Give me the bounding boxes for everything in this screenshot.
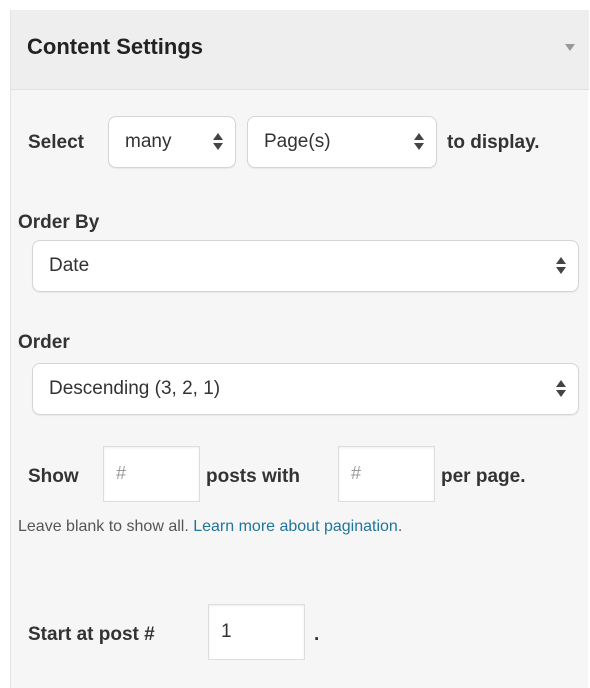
pagination-help-link[interactable]: Learn more about pagination [193, 518, 398, 535]
select-prefix-label: Select [28, 132, 84, 153]
quantity-select-value: many [125, 131, 172, 152]
select-arrows-icon [556, 380, 566, 400]
quantity-select[interactable]: many [108, 116, 236, 168]
select-arrows-icon [556, 257, 566, 277]
select-arrows-icon [213, 133, 223, 153]
start-post-input[interactable]: 1 [208, 604, 305, 660]
posts-count-placeholder: # [116, 463, 127, 483]
select-arrows-icon [414, 133, 424, 153]
start-post-value: 1 [221, 621, 232, 642]
order-by-select[interactable]: Date [32, 240, 579, 292]
per-page-placeholder: # [351, 463, 362, 483]
help-text-end: . [397, 518, 403, 535]
order-select-value: Descending (3, 2, 1) [49, 378, 221, 399]
per-page-label: per page. [441, 466, 526, 487]
select-suffix-label: to display. [447, 132, 540, 153]
show-label: Show [28, 466, 79, 487]
posts-count-input[interactable]: # [103, 446, 200, 502]
posts-with-label: posts with [206, 466, 300, 487]
help-text: Leave blank to show all. [18, 518, 194, 535]
panel-header[interactable]: Content Settings [11, 10, 589, 90]
content-settings-panel: Content Settings [10, 10, 589, 688]
order-by-label: Order By [18, 212, 100, 233]
order-select[interactable]: Descending (3, 2, 1) [32, 363, 579, 415]
collapse-arrow-icon[interactable] [565, 44, 575, 51]
post-type-select-value: Page(s) [264, 131, 331, 152]
start-suffix-label: . [314, 624, 320, 645]
start-at-post-label: Start at post # [28, 624, 155, 645]
pagination-help-text: Leave blank to show all. Learn more abou… [18, 512, 538, 542]
order-label: Order [18, 332, 70, 353]
order-by-select-value: Date [49, 255, 90, 276]
panel-title: Content Settings [27, 34, 203, 59]
per-page-input[interactable]: # [338, 446, 435, 502]
post-type-select[interactable]: Page(s) [247, 116, 437, 168]
